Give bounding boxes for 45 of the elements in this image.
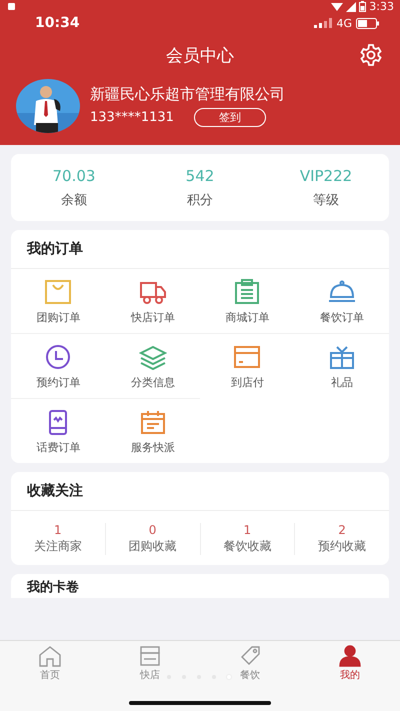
stat-value: VIP222: [300, 167, 352, 185]
section-title: 我的卡卷: [26, 579, 80, 597]
company-name: 新疆民心乐超市管理有限公司: [90, 85, 285, 104]
wifi-icon: [331, 2, 344, 12]
favorite-label[interactable]: 预约收藏: [318, 538, 366, 555]
tab[interactable]: 我的: [300, 645, 400, 682]
stat-label: 等级: [313, 192, 339, 209]
stat-label: 余额: [61, 192, 87, 209]
battery-icon: [359, 1, 366, 12]
favorite-label[interactable]: 餐饮收藏: [223, 538, 272, 555]
notification-icon: [8, 3, 15, 10]
favorite-count: 0: [148, 523, 156, 537]
signal-icon: [346, 2, 356, 12]
page-title: 会员中心: [166, 44, 234, 66]
check-in-button[interactable]: 签到: [194, 108, 266, 127]
stat-label: 积分: [187, 192, 213, 209]
favorite-count: 2: [338, 523, 346, 537]
status-time: 10:34: [35, 15, 80, 31]
battery-icon: [356, 18, 380, 28]
favorite-label[interactable]: 关注商家: [34, 538, 82, 555]
favorite-label[interactable]: 团购收藏: [128, 538, 177, 555]
stat-value: 542: [186, 167, 214, 185]
order-item[interactable]: 话费订单: [11, 398, 106, 463]
settings-icon[interactable]: [359, 43, 383, 67]
order-item[interactable]: 餐饮订单: [294, 269, 389, 333]
order-item[interactable]: 礼品: [294, 333, 389, 398]
user-icon: [338, 645, 362, 667]
signal-icon: [314, 18, 332, 28]
network-label: 4G: [336, 16, 352, 30]
order-item[interactable]: 预约订单: [11, 333, 106, 398]
favorite-count: 1: [244, 523, 252, 537]
order-item[interactable]: 团购订单: [11, 269, 106, 333]
order-item[interactable]: 商城订单: [200, 269, 294, 333]
shop-icon: [138, 645, 162, 667]
favorite-count: 1: [54, 523, 62, 537]
section-title: 我的订单: [11, 230, 389, 269]
stat-value: 70.03: [52, 167, 96, 185]
home-icon: [38, 645, 62, 667]
order-item[interactable]: 到店付: [200, 333, 294, 398]
order-item[interactable]: 快店订单: [106, 269, 200, 333]
phone-number: 133****1131: [90, 110, 174, 125]
system-time: 3:33: [369, 0, 394, 13]
section-title: 收藏关注: [11, 472, 389, 511]
order-item[interactable]: 服务快派: [106, 398, 200, 463]
order-item[interactable]: 分类信息: [106, 333, 200, 398]
